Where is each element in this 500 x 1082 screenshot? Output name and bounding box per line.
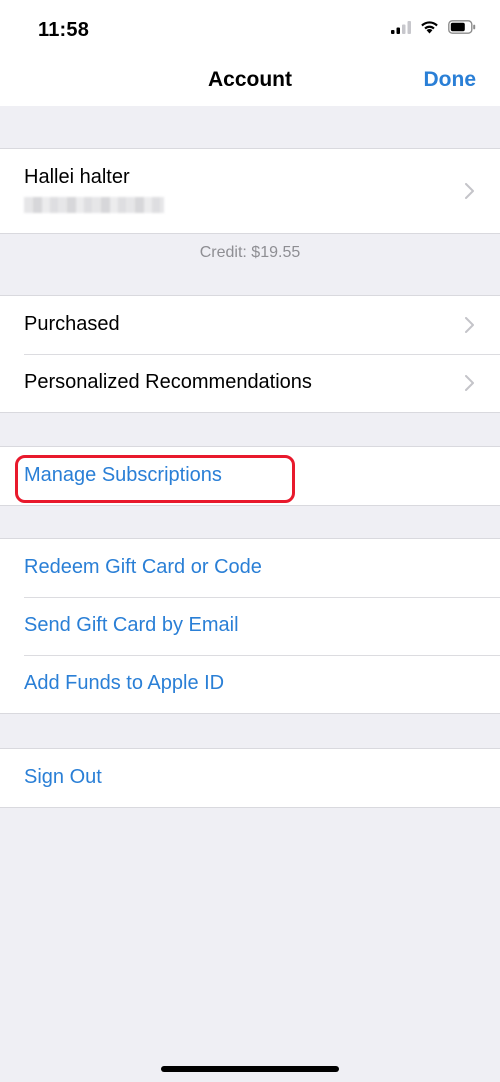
wifi-icon: [421, 21, 438, 34]
redeem-gift-card-link[interactable]: Redeem Gift Card or Code: [24, 556, 262, 579]
personalized-recommendations-row[interactable]: Personalized Recommendations: [0, 354, 500, 412]
account-group: Hallei halter: [0, 148, 500, 234]
subscriptions-group: Manage Subscriptions: [0, 446, 500, 506]
status-bar: 11:58: [0, 0, 500, 58]
purchased-row[interactable]: Purchased: [0, 296, 500, 354]
cellular-signal-icon: [391, 20, 411, 34]
manage-subscriptions-link[interactable]: Manage Subscriptions: [24, 464, 222, 487]
sign-out-group: Sign Out: [0, 748, 500, 808]
account-name: Hallei halter: [24, 166, 130, 188]
purchases-group: Purchased Personalized Recommendations: [0, 295, 500, 413]
account-email-redacted: [24, 197, 164, 213]
personalized-recommendations-label: Personalized Recommendations: [24, 371, 312, 393]
navigation-bar: Account Done: [0, 58, 500, 106]
account-row[interactable]: Hallei halter: [0, 149, 500, 233]
send-gift-card-link[interactable]: Send Gift Card by Email: [24, 614, 239, 637]
send-gift-card-row[interactable]: Send Gift Card by Email: [0, 597, 500, 655]
sign-out-link[interactable]: Sign Out: [24, 766, 102, 789]
chevron-right-icon: [465, 183, 474, 199]
credit-balance: Credit: $19.55: [199, 244, 301, 261]
battery-icon: [448, 20, 476, 34]
purchased-label: Purchased: [24, 313, 120, 335]
redeem-row[interactable]: Redeem Gift Card or Code: [0, 539, 500, 597]
status-icons: [391, 20, 476, 34]
chevron-right-icon: [465, 375, 474, 391]
gift-card-group: Redeem Gift Card or Code Send Gift Card …: [0, 538, 500, 714]
add-funds-row[interactable]: Add Funds to Apple ID: [0, 655, 500, 713]
done-button[interactable]: Done: [424, 68, 477, 92]
manage-subscriptions-row[interactable]: Manage Subscriptions: [0, 447, 500, 505]
chevron-right-icon: [465, 317, 474, 333]
add-funds-link[interactable]: Add Funds to Apple ID: [24, 672, 224, 695]
sign-out-row[interactable]: Sign Out: [0, 749, 500, 807]
home-indicator[interactable]: [161, 1066, 339, 1072]
status-time: 11:58: [38, 19, 90, 41]
